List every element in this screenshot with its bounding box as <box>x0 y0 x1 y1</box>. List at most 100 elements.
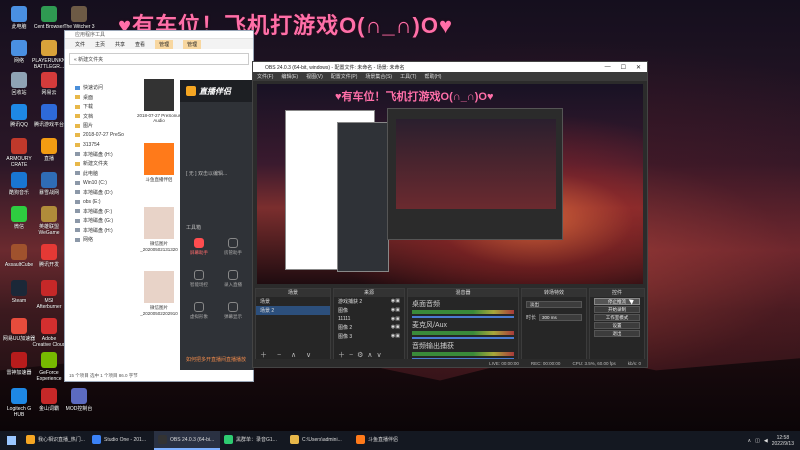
nav-item[interactable]: 2018-07-27 PreSo <box>69 131 129 141</box>
volume-meter[interactable] <box>412 310 514 314</box>
nav-item[interactable]: obs (E:) <box>69 197 129 207</box>
obs-preview[interactable]: ♥有车位！飞机打游戏O(∩_∩)O♥ <box>257 84 643 284</box>
desktop-icon[interactable]: GeForce Experience <box>32 352 66 382</box>
volume-slider[interactable] <box>412 316 514 318</box>
scene-item[interactable]: 场景 <box>256 297 330 306</box>
lock-icon[interactable]: ▣ <box>395 324 400 331</box>
taskbar-item[interactable]: Studio One - 201... <box>88 431 154 450</box>
live-tool-button[interactable]: 屏幕助手 <box>184 238 214 256</box>
close-icon[interactable]: ✕ <box>636 64 641 71</box>
obs-menu-item[interactable]: 编辑(E) <box>281 73 298 80</box>
transition-select[interactable]: 淡出 <box>526 301 582 308</box>
nav-item[interactable]: 此电脑 <box>69 169 129 179</box>
desktop-icon[interactable]: AssaultCube <box>2 244 36 268</box>
desktop-icon[interactable]: 金山词霸 <box>32 388 66 412</box>
obs-window[interactable]: OBS 24.0.3 (64-bit, windows) - 配置文件: 未命名… <box>252 61 648 368</box>
volume-meter[interactable] <box>412 331 514 335</box>
obs-menu-item[interactable]: 文件(F) <box>257 73 273 80</box>
explorer-address-bar[interactable]: « 新建文件夹 <box>69 53 249 65</box>
desktop-icon[interactable]: Steam <box>2 280 36 304</box>
nav-item[interactable]: 本地磁盘 (H:) <box>69 226 129 236</box>
taskbar-item[interactable]: OBS 24.0.3 (64-bi... <box>154 431 220 450</box>
nav-item[interactable]: 快速访问 <box>69 83 129 93</box>
obs-menu-item[interactable]: 工具(T) <box>400 73 416 80</box>
live-tool-button[interactable]: 弹幕显示 <box>218 302 248 320</box>
live-tool-button[interactable]: 房管助手 <box>218 238 248 256</box>
nav-item[interactable]: 桌面 <box>69 93 129 103</box>
desktop-icon[interactable]: 直播 <box>32 138 66 162</box>
network-icon[interactable]: ◫ <box>755 438 760 444</box>
source-item[interactable]: 图像 3 ◉ ▣ <box>334 332 404 341</box>
file-item[interactable]: 斗鱼直播伴侣 <box>135 143 183 199</box>
volume-slider[interactable] <box>412 337 514 339</box>
scene-item[interactable]: 场景 2 <box>256 306 330 315</box>
explorer-ribbon-tab[interactable]: 管理 <box>155 39 174 49</box>
desktop-icon[interactable]: MOD控制台 <box>62 388 96 412</box>
control-button[interactable]: 设置 <box>594 322 640 329</box>
taskbar-item[interactable]: C:\Users\admini... <box>286 431 352 450</box>
nav-item[interactable]: 下载 <box>69 102 129 112</box>
control-button[interactable]: 退出 <box>594 330 640 337</box>
nav-item[interactable]: Win10 (C:) <box>69 178 129 188</box>
desktop-icon[interactable]: 网易云 <box>32 72 66 96</box>
live-tool-button[interactable]: 智能场控 <box>184 270 214 288</box>
control-button[interactable]: 开始录制 <box>594 306 640 313</box>
explorer-ribbon-tab[interactable]: 文件 <box>75 41 85 48</box>
lock-icon[interactable]: ▣ <box>395 298 400 305</box>
minimize-icon[interactable]: — <box>605 64 611 71</box>
source-item[interactable]: 11111 ◉ ▣ <box>334 315 404 323</box>
desktop-icon[interactable]: 英雄联盟WeGame <box>32 206 66 236</box>
source-item[interactable]: 游戏捕获 2 ◉ ▣ <box>334 297 404 306</box>
desktop-icon[interactable]: 雷神加速器 <box>2 352 36 376</box>
source-item[interactable]: 图像 2 ◉ ▣ <box>334 323 404 332</box>
desktop-icon[interactable]: PLAYERUNKNOWN'S BATTLEGR... <box>32 40 82 70</box>
obs-menu-item[interactable]: 配置文件(P) <box>331 73 358 80</box>
desktop-icon[interactable]: 网络 <box>2 40 36 64</box>
desktop-icon[interactable]: 腾讯游戏平台 <box>32 104 66 128</box>
obs-menu-item[interactable]: 视图(V) <box>306 73 323 80</box>
nav-item[interactable]: 新建文件夹 <box>69 159 129 169</box>
desktop-icon[interactable]: Logitech G HUB <box>2 388 36 418</box>
explorer-ribbon-tab[interactable]: 管理 <box>183 39 202 49</box>
control-button[interactable]: 工作室模式 <box>594 314 640 321</box>
nav-item[interactable]: 本地磁盘 (D:) <box>69 188 129 198</box>
desktop-icon[interactable]: 回收站 <box>2 72 36 96</box>
explorer-ribbon-tab[interactable]: 主页 <box>95 41 105 48</box>
live-tool-button[interactable]: 虚拟形象 <box>184 302 214 320</box>
nav-item[interactable]: 本地磁盘 (H:) <box>69 150 129 160</box>
obs-menu-item[interactable]: 帮助(H) <box>424 73 441 80</box>
taskbar-item[interactable]: 我心相识直播_热门... <box>22 431 88 450</box>
source-item[interactable]: 图像 ◉ ▣ <box>334 306 404 315</box>
nav-item[interactable]: 313754 <box>69 140 129 150</box>
start-button[interactable] <box>0 431 22 450</box>
nav-item[interactable]: 文档 <box>69 112 129 122</box>
obs-titlebar[interactable]: OBS 24.0.3 (64-bit, windows) - 配置文件: 未命名… <box>253 62 647 72</box>
desktop-icon[interactable]: 微信 <box>2 206 36 230</box>
file-item[interactable]: 微信图片_20200502131320 <box>135 207 183 263</box>
desktop-icon[interactable]: 腾讯QQ <box>2 104 36 128</box>
lock-icon[interactable]: ▣ <box>395 307 400 314</box>
transition-duration-field[interactable]: 300 ms <box>539 314 582 321</box>
taskbar-item[interactable]: 斗鱼直播伴侣 <box>352 431 418 450</box>
desktop-icon[interactable]: MSI Afterburner <box>32 280 66 310</box>
desktop-icon[interactable]: 暴雪战网 <box>32 172 66 196</box>
tray-arrow-icon[interactable]: ∧ <box>747 438 751 444</box>
obs-menu-item[interactable]: 场景集合(S) <box>365 73 392 80</box>
volume-meter[interactable] <box>412 352 514 356</box>
taskbar-clock[interactable]: 12:58 2022/9/13 <box>772 435 794 447</box>
volume-icon[interactable]: ◀ <box>764 438 768 444</box>
nav-item[interactable]: 本地磁盘 (F:) <box>69 207 129 217</box>
desktop-icon[interactable]: 腾讯开发 <box>32 244 66 268</box>
maximize-icon[interactable]: ☐ <box>621 64 626 71</box>
desktop-icon[interactable]: Cent Browser <box>32 6 66 30</box>
file-item[interactable]: 2018-07-27 PreSonus Audio <box>135 79 183 135</box>
desktop-icon[interactable]: 此电脑 <box>2 6 36 30</box>
lock-icon[interactable]: ▣ <box>395 316 400 322</box>
nav-item[interactable]: 本地磁盘 (G:) <box>69 216 129 226</box>
desktop-icon[interactable]: Adobe Creative Cloud <box>32 318 66 348</box>
file-item[interactable]: 微信图片_20200502202910 <box>135 271 183 327</box>
explorer-ribbon-tab[interactable]: 查看 <box>135 41 145 48</box>
explorer-ribbon-tab[interactable]: 共享 <box>115 41 125 48</box>
live-tool-button[interactable]: 录入直播 <box>218 270 248 288</box>
live-assistant-window[interactable]: 直播伴侣 [ 无 ] 双击以编辑... 工具箱 屏幕助手 房管助手 智能场控 录入直播… <box>180 80 254 370</box>
